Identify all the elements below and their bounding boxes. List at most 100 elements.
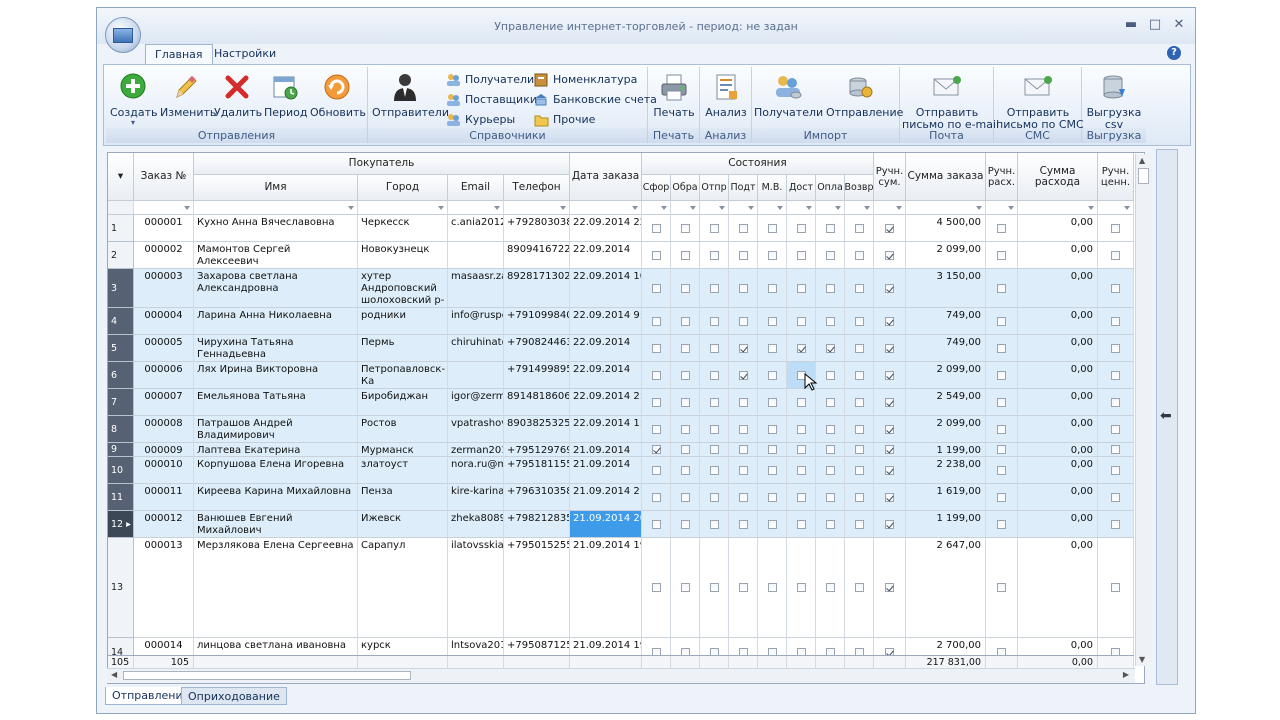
import-recipients-button[interactable]: Получатели xyxy=(754,71,823,119)
col-header-email[interactable]: Email xyxy=(448,175,504,201)
checkbox[interactable] xyxy=(855,284,864,293)
checkbox[interactable] xyxy=(652,425,661,434)
checkbox[interactable] xyxy=(710,317,719,326)
cell-manual-price[interactable] xyxy=(1098,538,1134,638)
checkbox[interactable] xyxy=(997,251,1006,260)
maximize-button[interactable]: □ xyxy=(1143,16,1167,34)
checkbox[interactable] xyxy=(681,493,690,502)
checkbox[interactable] xyxy=(768,371,777,380)
col-header-date[interactable]: Дата заказа xyxy=(570,153,642,201)
cell-state-Отпр[interactable] xyxy=(700,443,729,457)
cell-order-no[interactable]: 000001 xyxy=(134,215,194,242)
delete-button[interactable]: Удалить xyxy=(214,71,262,119)
cell-state-Сфор[interactable] xyxy=(642,511,671,538)
table-row[interactable]: 10 000010 Корпушова Елена Игоревна златоуст… xyxy=(108,457,1134,484)
checkbox[interactable] xyxy=(768,466,777,475)
checkbox[interactable] xyxy=(652,445,661,454)
cell-state-Отпр[interactable] xyxy=(700,335,729,362)
checkbox[interactable] xyxy=(855,224,864,233)
checkbox[interactable] xyxy=(826,425,835,434)
cell-state-Подт[interactable] xyxy=(729,215,758,242)
cell-manual-expense[interactable] xyxy=(986,269,1018,308)
cell-order-sum[interactable]: 1 199,00 xyxy=(906,511,986,538)
col-header-state-6[interactable]: Опла xyxy=(816,175,845,201)
cell-buyer-name[interactable]: Захарова светлана Александровна xyxy=(194,269,358,308)
cell-email[interactable]: vpatrashova xyxy=(448,416,504,443)
checkbox[interactable] xyxy=(710,398,719,407)
row-header[interactable]: 10 xyxy=(108,457,134,484)
checkbox[interactable] xyxy=(710,284,719,293)
cell-state-Возвр[interactable] xyxy=(845,443,874,457)
checkbox[interactable] xyxy=(768,493,777,502)
checkbox[interactable] xyxy=(681,466,690,475)
cell-city[interactable]: златоуст xyxy=(358,457,448,484)
cell-buyer-name[interactable]: Мерзлякова Елена Сергеевна xyxy=(194,538,358,638)
row-header[interactable]: 9 xyxy=(108,443,134,457)
cell-city[interactable]: Ижевск xyxy=(358,511,448,538)
col-header-state-0[interactable]: Сфор xyxy=(642,175,671,201)
checkbox[interactable] xyxy=(885,520,894,529)
scroll-down-icon[interactable]: ▼ xyxy=(1139,655,1145,664)
cell-state-Обра[interactable] xyxy=(671,538,700,638)
filter-dropdown-icon[interactable] xyxy=(184,206,190,210)
checkbox[interactable] xyxy=(855,344,864,353)
cell-state-Возвр[interactable] xyxy=(845,362,874,389)
cell-expense-sum[interactable]: 0,00 xyxy=(1018,457,1098,484)
checkbox[interactable] xyxy=(681,520,690,529)
cell-state-Опла[interactable] xyxy=(816,242,845,269)
filter-cell[interactable] xyxy=(787,201,816,215)
cell-state-Возвр[interactable] xyxy=(845,335,874,362)
cell-order-sum[interactable]: 2 099,00 xyxy=(906,362,986,389)
row-header[interactable]: 13 xyxy=(108,538,134,638)
col-header-sum[interactable]: Сумма заказа xyxy=(906,153,986,201)
cell-expense-sum[interactable]: 0,00 xyxy=(1018,389,1098,416)
cell-expense-sum[interactable]: 0,00 xyxy=(1018,362,1098,389)
cell-order-date[interactable]: 22.09.2014 xyxy=(570,362,642,389)
table-row[interactable]: 7 000007 Емельянова Татьяна Биробиджан igor@… xyxy=(108,389,1134,416)
cell-state-М.В.[interactable] xyxy=(758,389,787,416)
cell-state-Отпр[interactable] xyxy=(700,269,729,308)
cell-order-date[interactable]: 22.09.2014 xyxy=(570,242,642,269)
cell-state-Сфор[interactable] xyxy=(642,308,671,335)
cell-manual-expense[interactable] xyxy=(986,484,1018,511)
cell-manual-sum[interactable] xyxy=(874,389,906,416)
cell-state-Подт[interactable] xyxy=(729,538,758,638)
cell-city[interactable]: хутер Андроповский шолоховский р-н xyxy=(358,269,448,308)
cell-state-Отпр[interactable] xyxy=(700,389,729,416)
cell-order-sum[interactable]: 749,00 xyxy=(906,308,986,335)
cell-state-Обра[interactable] xyxy=(671,242,700,269)
cell-state-Отпр[interactable] xyxy=(700,308,729,335)
checkbox[interactable] xyxy=(768,317,777,326)
cell-state-М.В.[interactable] xyxy=(758,443,787,457)
cell-order-date[interactable]: 22.09.2014 1:2 xyxy=(570,416,642,443)
cell-manual-price[interactable] xyxy=(1098,242,1134,269)
cell-email[interactable]: nora.ru@ma xyxy=(448,457,504,484)
cell-manual-sum[interactable] xyxy=(874,335,906,362)
cell-state-Отпр[interactable] xyxy=(700,362,729,389)
cell-expense-sum[interactable]: 0,00 xyxy=(1018,511,1098,538)
checkbox[interactable] xyxy=(1111,251,1120,260)
cell-manual-sum[interactable] xyxy=(874,308,906,335)
cell-buyer-name[interactable]: Патрашов Андрей Владимирович xyxy=(194,416,358,443)
checkbox[interactable] xyxy=(885,466,894,475)
checkbox[interactable] xyxy=(710,425,719,434)
cell-state-Обра[interactable] xyxy=(671,269,700,308)
checkbox[interactable] xyxy=(681,224,690,233)
cell-buyer-name[interactable]: Киреева Карина Михайловна xyxy=(194,484,358,511)
checkbox[interactable] xyxy=(1111,493,1120,502)
row-header[interactable]: 7 xyxy=(108,389,134,416)
checkbox[interactable] xyxy=(652,493,661,502)
table-row[interactable]: 1 000001 Кухно Анна Вячеславовна Черкесск c.… xyxy=(108,215,1134,242)
cell-order-no[interactable]: 000005 xyxy=(134,335,194,362)
cell-manual-price[interactable] xyxy=(1098,362,1134,389)
filter-dropdown-icon[interactable] xyxy=(1088,206,1094,210)
checkbox[interactable] xyxy=(797,445,806,454)
checkbox[interactable] xyxy=(652,398,661,407)
row-header[interactable]: 12 ▸ xyxy=(108,511,134,538)
cell-state-Подт[interactable] xyxy=(729,484,758,511)
checkbox[interactable] xyxy=(681,344,690,353)
cell-phone[interactable]: +7914998958 xyxy=(504,362,570,389)
cell-state-Обра[interactable] xyxy=(671,362,700,389)
checkbox[interactable] xyxy=(1111,445,1120,454)
cell-phone[interactable]: +7950152555 xyxy=(504,538,570,638)
